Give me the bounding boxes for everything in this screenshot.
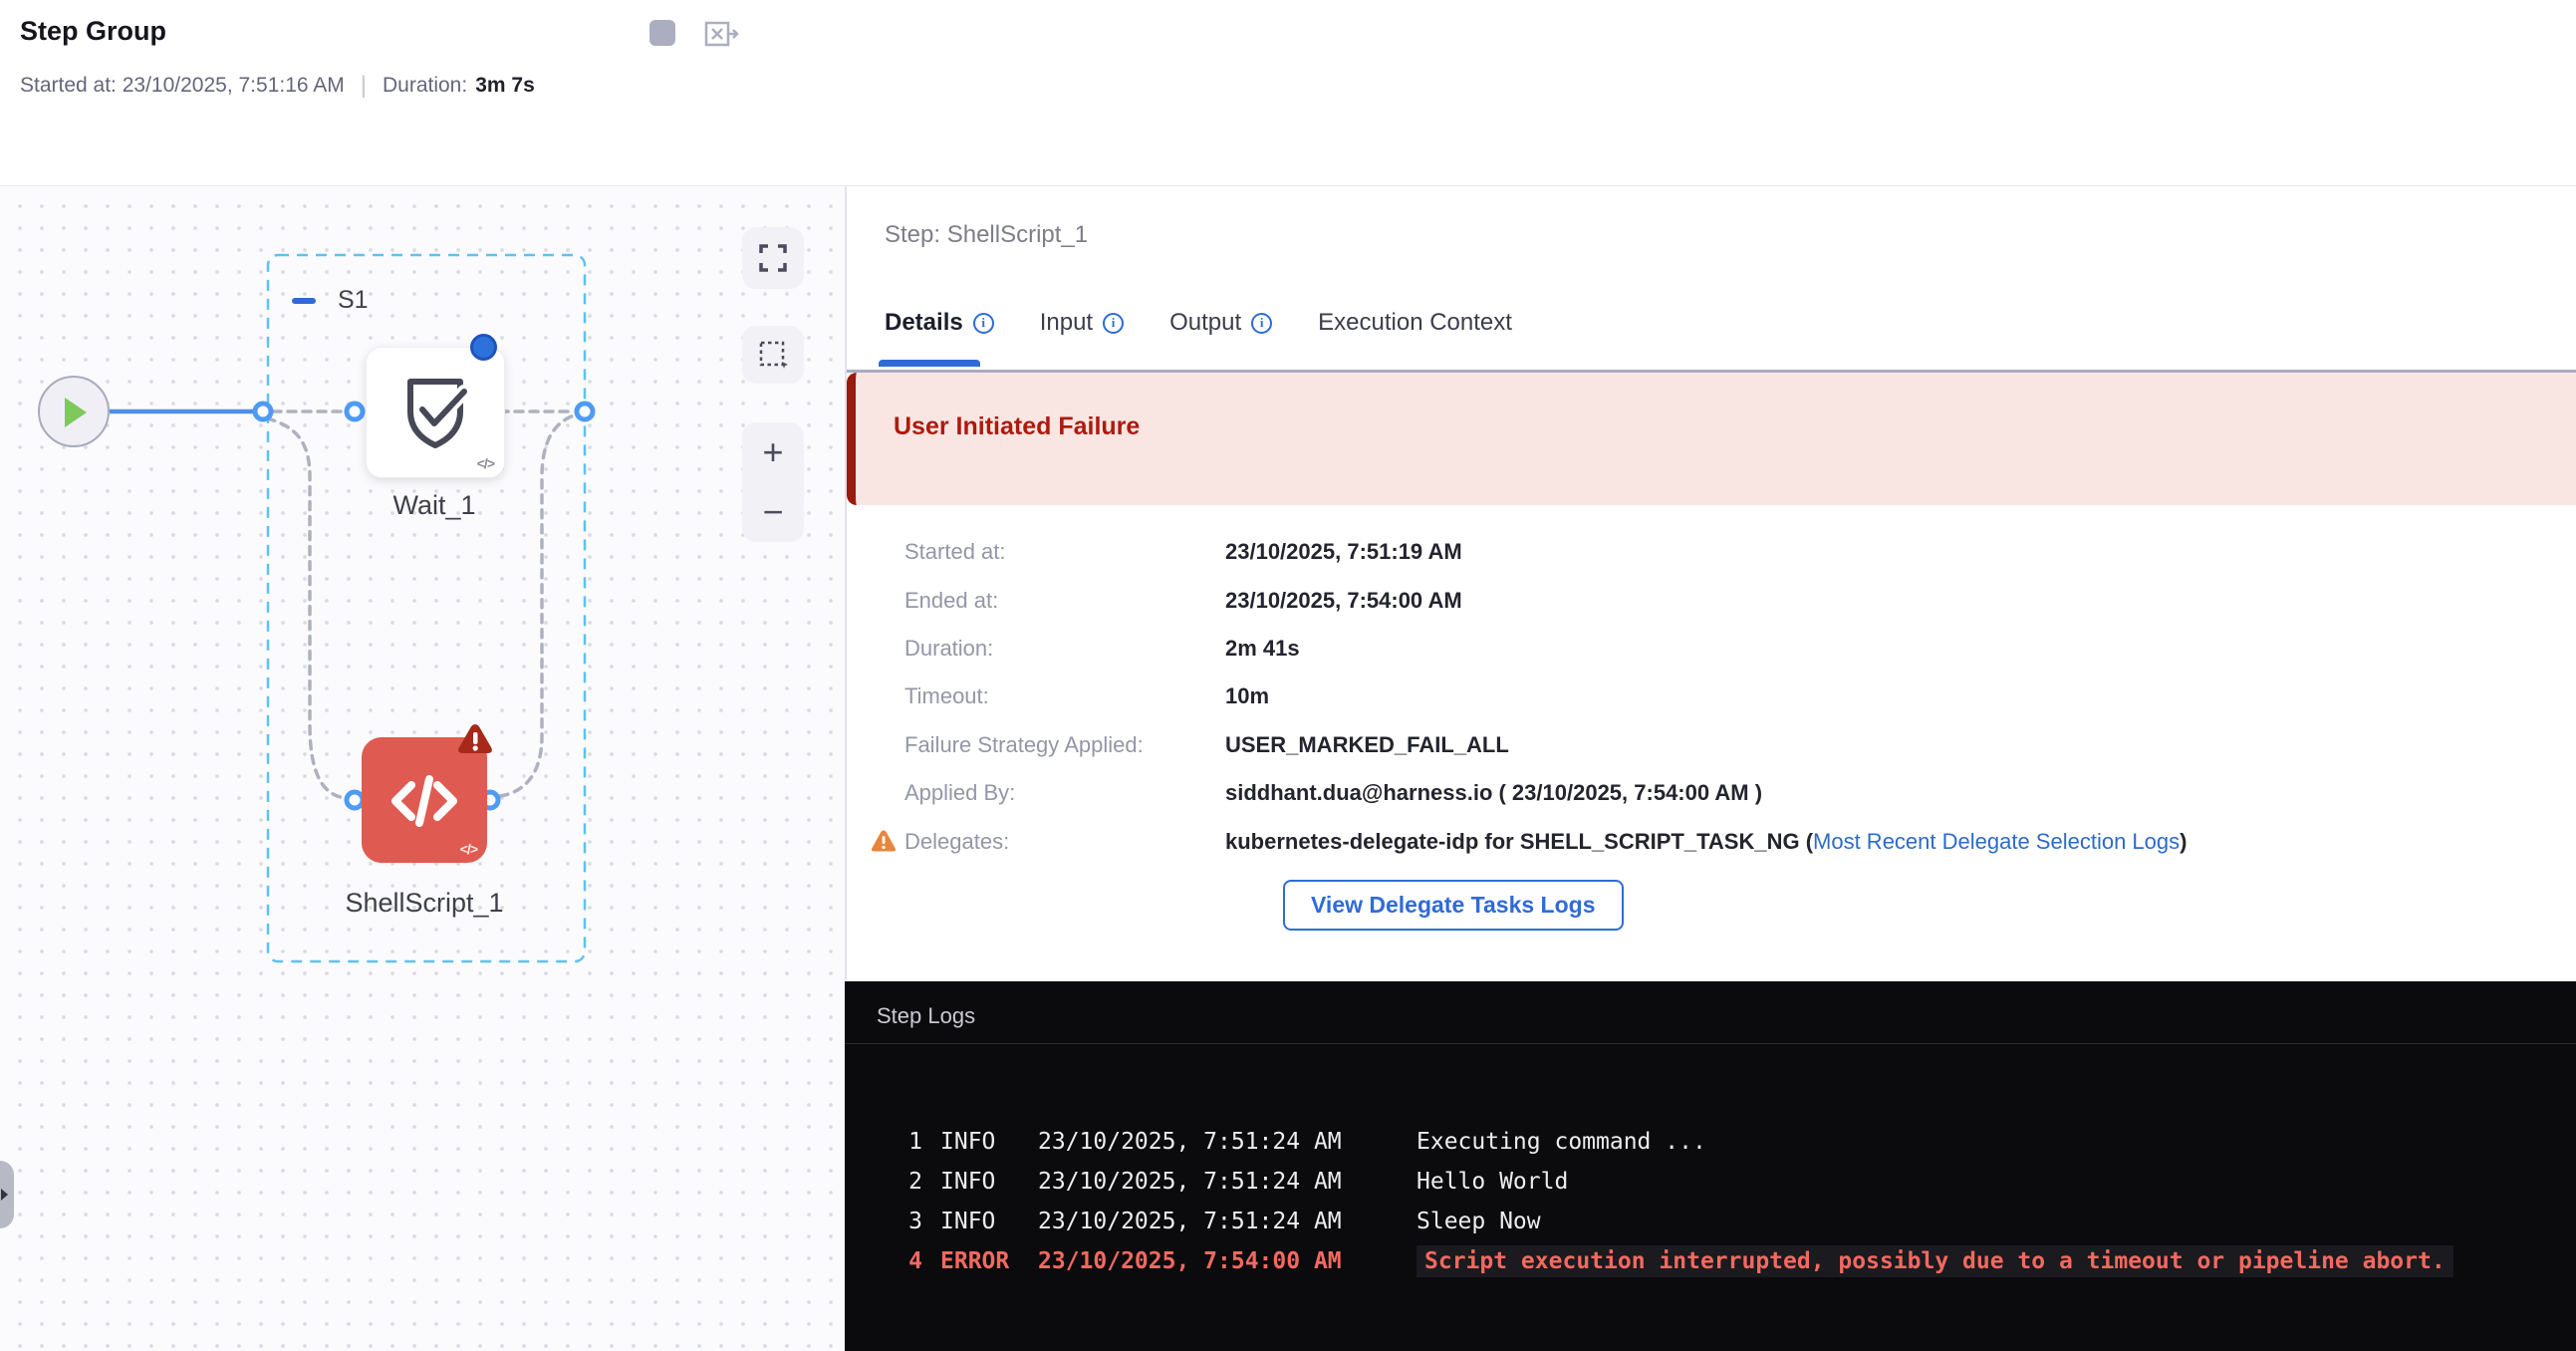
info-icon[interactable]: i [1251, 313, 1272, 334]
info-icon[interactable]: i [1103, 313, 1124, 334]
log-line: 3 INFO 23/10/2025, 7:51:24 AM Sleep Now [845, 1202, 2576, 1241]
detail-row-ended-at: Ended at: 23/10/2025, 7:54:00 AM [847, 576, 2576, 624]
wait-step-node[interactable]: </> [366, 347, 505, 478]
log-line-error: 4 ERROR 23/10/2025, 7:54:00 AM Script ex… [845, 1241, 2576, 1281]
canvas-zoom-control: + − [742, 422, 804, 542]
template-code-glyph: </> [477, 455, 494, 471]
step-panel-title: Step: ShellScript_1 [885, 221, 1088, 249]
detail-row-delegates: Delegates: kubernetes-delegate-idp for S… [847, 817, 2576, 865]
duration-value: 3m 7s [475, 74, 535, 98]
wait-step-icon [400, 374, 470, 453]
delegate-selection-logs-link[interactable]: Most Recent Delegate Selection Logs [1813, 829, 2180, 854]
detail-row-started-at: Started at: 23/10/2025, 7:51:19 AM [847, 528, 2576, 576]
info-icon[interactable]: i [973, 313, 994, 334]
pipeline-execution-view: Step Group Started at: 23/10/2025, 7:51:… [0, 0, 2576, 1351]
tab-input[interactable]: Input i [1040, 309, 1124, 345]
detail-row-applied-by: Applied By: siddhant.dua@harness.io ( 23… [847, 769, 2576, 817]
canvas-fullscreen-button[interactable] [742, 227, 804, 289]
step-group-header: Step Group Started at: 23/10/2025, 7:51:… [0, 0, 2576, 186]
started-at-text: Started at: 23/10/2025, 7:51:16 AM [20, 74, 345, 98]
detail-row-failure-strategy: Failure Strategy Applied: USER_MARKED_FA… [847, 721, 2576, 769]
step-details-list: Started at: 23/10/2025, 7:51:19 AM Ended… [847, 528, 2576, 931]
stop-icon[interactable] [649, 20, 675, 46]
export-step-icon[interactable] [703, 16, 739, 52]
delegate-value: kubernetes-delegate-idp for SHELL_SCRIPT… [1225, 829, 1813, 854]
log-console[interactable]: 1 INFO 23/10/2025, 7:51:24 AM Executing … [845, 1044, 2576, 1281]
step-logs-panel: Step Logs 1 INFO 23/10/2025, 7:51:24 AM … [845, 981, 2576, 1351]
step-status-indicator [470, 334, 497, 361]
detail-row-duration: Duration: 2m 41s [847, 625, 2576, 673]
delegate-button-row: View Delegate Tasks Logs [1283, 880, 2576, 931]
failure-banner: User Initiated Failure [847, 373, 2576, 505]
stage-group-name: S1 [338, 286, 369, 315]
view-delegate-tasks-logs-button[interactable]: View Delegate Tasks Logs [1283, 880, 1624, 931]
template-code-glyph: </> [460, 841, 477, 857]
zoom-out-button[interactable]: − [742, 482, 804, 542]
tab-details[interactable]: Details i [885, 309, 994, 345]
step-logs-title: Step Logs [877, 1003, 975, 1029]
marquee-select-icon [756, 338, 790, 372]
fullscreen-icon [757, 242, 789, 274]
expand-sidebar-handle[interactable] [0, 1161, 14, 1228]
pipeline-start-node [38, 376, 110, 447]
step-tabs: Details i Input i Output i Execution Con… [885, 309, 1512, 345]
detail-row-timeout: Timeout: 10m [847, 673, 2576, 720]
execution-meta: Started at: 23/10/2025, 7:51:16 AM | Dur… [20, 72, 535, 100]
tabs-separator [847, 370, 2576, 373]
log-line: 1 INFO 23/10/2025, 7:51:24 AM Executing … [845, 1122, 2576, 1162]
canvas-select-button[interactable] [742, 326, 804, 384]
pipeline-canvas[interactable]: S1 </> Wait_1 </> [0, 186, 845, 1351]
tab-output[interactable]: Output i [1169, 309, 1272, 345]
stage-group-header: S1 [292, 286, 369, 315]
collapse-group-icon[interactable] [292, 298, 316, 304]
wait-step-label: Wait_1 [325, 490, 544, 521]
warning-icon [871, 829, 897, 858]
tab-execution-context[interactable]: Execution Context [1318, 309, 1512, 345]
failure-banner-text: User Initiated Failure [894, 412, 1140, 441]
duration-label: Duration: [383, 74, 467, 98]
log-line: 2 INFO 23/10/2025, 7:51:24 AM Hello Worl… [845, 1162, 2576, 1202]
play-icon [63, 396, 89, 429]
meta-divider: | [361, 72, 367, 100]
step-failed-badge-icon [456, 721, 494, 757]
shellscript-step-icon [386, 763, 463, 839]
zoom-in-button[interactable]: + [742, 422, 804, 482]
page-title: Step Group [20, 16, 166, 47]
panel-divider [845, 185, 847, 981]
shellscript-step-label: ShellScript_1 [315, 888, 534, 919]
